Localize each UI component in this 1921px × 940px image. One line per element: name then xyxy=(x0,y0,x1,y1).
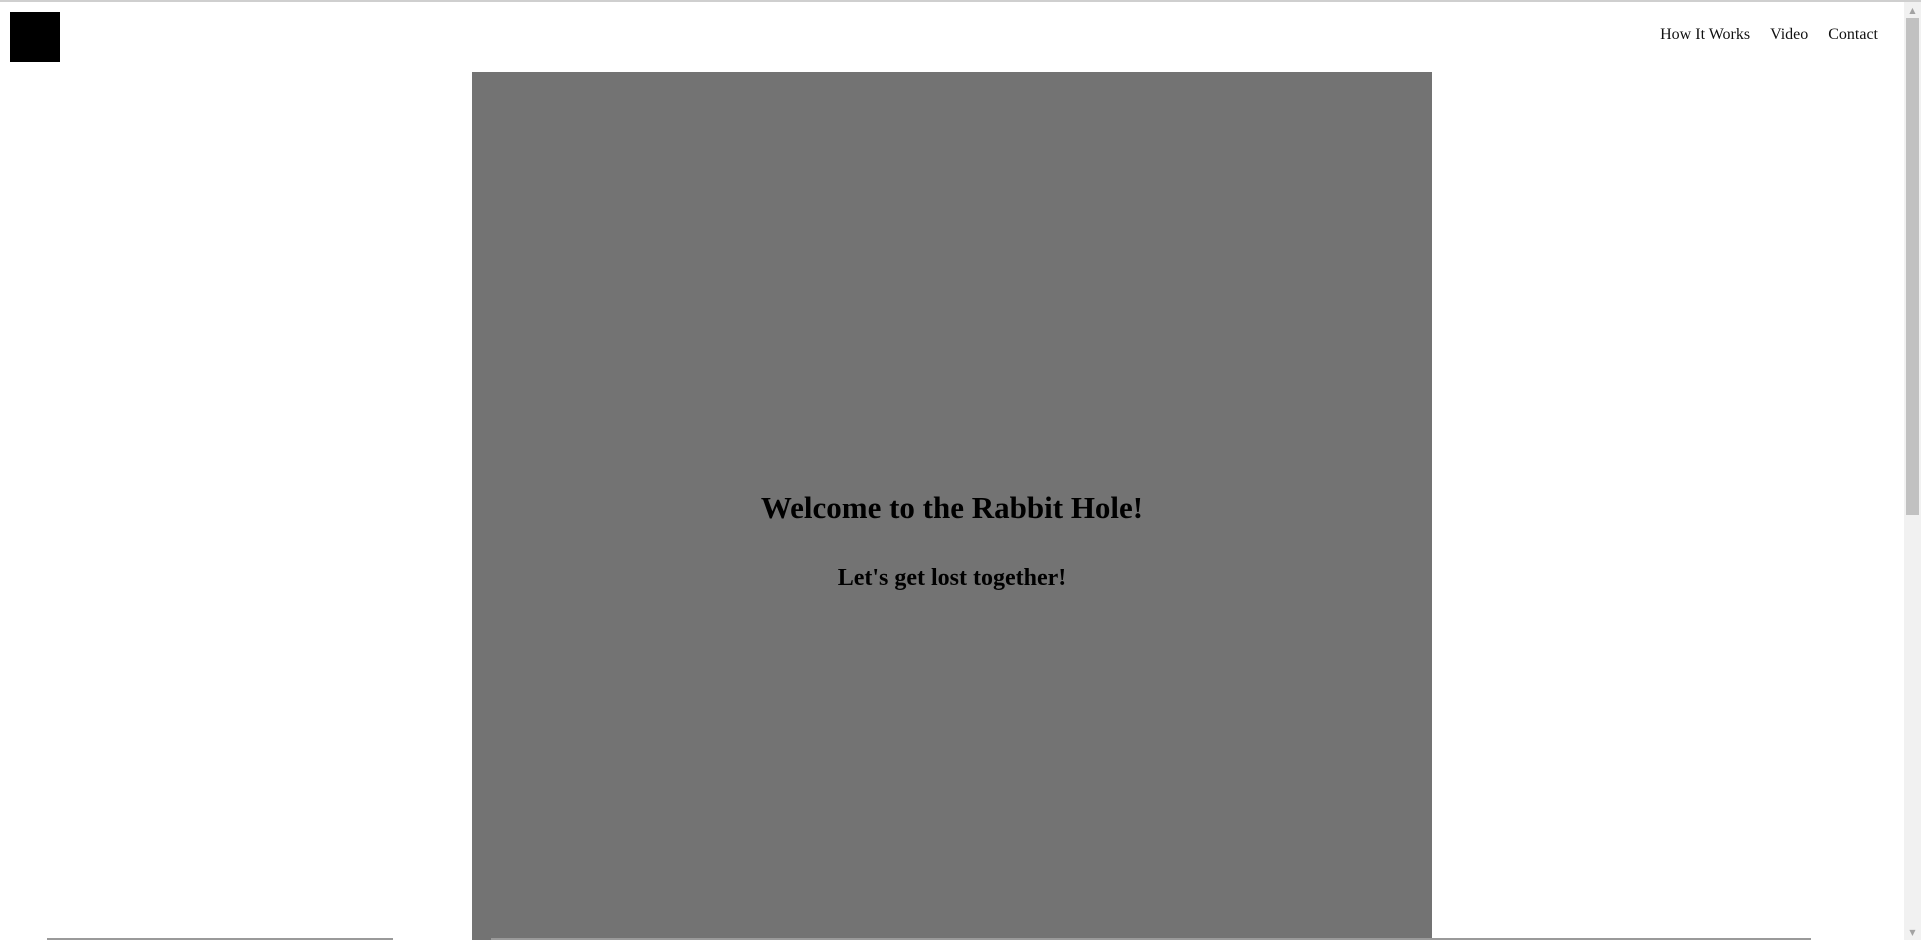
scroll-up-icon[interactable]: ▲ xyxy=(1904,2,1921,18)
site-logo[interactable] xyxy=(10,12,60,62)
hero-title: Welcome to the Rabbit Hole! xyxy=(760,490,1144,525)
page-viewport: How It Works Video Contact Welcome to th… xyxy=(0,2,1904,940)
nav-contact[interactable]: Contact xyxy=(1828,26,1878,44)
scroll-thumb[interactable] xyxy=(1906,18,1919,515)
hero-section: Welcome to the Rabbit Hole! Let's get lo… xyxy=(472,72,1432,940)
nav-video[interactable]: Video xyxy=(1770,26,1808,44)
scroll-down-icon[interactable]: ▼ xyxy=(1904,924,1921,940)
hero-subtitle: Let's get lost together! xyxy=(837,565,1067,591)
main-nav: How It Works Video Contact xyxy=(1660,26,1878,44)
vertical-scrollbar[interactable]: ▲ ▼ xyxy=(1904,2,1921,940)
nav-how-it-works[interactable]: How It Works xyxy=(1660,26,1750,44)
